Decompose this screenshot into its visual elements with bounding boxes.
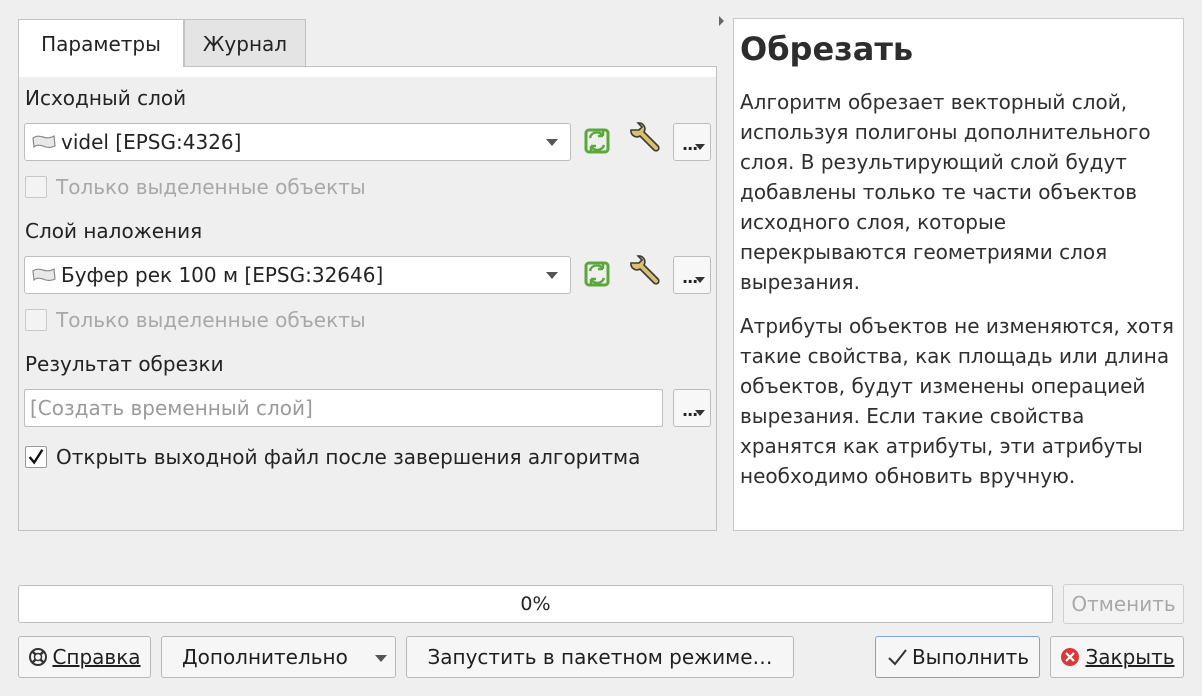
help-button[interactable]: Справка — [18, 636, 151, 678]
cancel-button[interactable]: Отменить — [1063, 584, 1184, 624]
overlay-layer-label: Слой наложения — [25, 219, 203, 243]
help-paragraph-2: Атрибуты объектов не изменяются, хотя та… — [740, 314, 1174, 488]
splitter-handle[interactable] — [719, 16, 724, 26]
batch-label: Запустить в пакетном режиме… — [427, 645, 773, 669]
output-field[interactable]: [Создать временный слой] — [24, 389, 663, 427]
help-pane: Обрезать Алгоритм обрезает векторный сло… — [733, 18, 1184, 531]
checkmark-icon — [28, 449, 44, 465]
tab-parameters-label: Параметры — [41, 31, 161, 56]
wrench-icon[interactable] — [627, 122, 661, 156]
output-placeholder: [Создать временный слой] — [30, 396, 313, 420]
checkmark-icon — [888, 649, 907, 666]
chevron-down-icon — [546, 139, 558, 146]
overlay-selected-only-checkbox[interactable] — [25, 309, 47, 331]
close-button[interactable]: Закрыть — [1050, 636, 1184, 678]
polygon-layer-icon — [32, 134, 56, 149]
input-selected-only-checkbox[interactable] — [25, 176, 47, 198]
wrench-icon[interactable] — [627, 255, 661, 289]
output-label: Результат обрезки — [25, 352, 224, 376]
advanced-dropdown-button[interactable]: Дополнительно — [161, 636, 396, 678]
progress-text: 0% — [520, 593, 551, 615]
chevron-down-icon — [695, 410, 705, 416]
chevron-down-icon — [546, 272, 558, 279]
polygon-layer-icon — [32, 267, 56, 282]
tab-parameters[interactable]: Параметры — [18, 19, 184, 67]
open-output-checkbox[interactable] — [25, 446, 47, 468]
help-label: Справка — [52, 645, 141, 669]
input-layer-combobox[interactable]: videl [EPSG:4326] — [24, 123, 571, 161]
tab-log-label: Журнал — [202, 31, 288, 56]
input-layer-value: videl [EPSG:4326] — [61, 130, 242, 154]
input-layer-options-button[interactable]: ... — [673, 123, 711, 161]
close-icon — [1061, 648, 1080, 666]
batch-mode-button[interactable]: Запустить в пакетном режиме… — [406, 636, 794, 678]
advanced-label: Дополнительно — [182, 645, 348, 669]
input-layer-label: Исходный слой — [25, 86, 187, 110]
tab-log[interactable]: Журнал — [184, 19, 306, 67]
progress-bar: 0% — [18, 585, 1053, 623]
run-button[interactable]: Выполнить — [875, 636, 1040, 678]
panel-top-band — [19, 67, 716, 77]
help-title: Обрезать — [740, 30, 914, 68]
refresh-icon[interactable] — [580, 124, 614, 158]
overlay-selected-only-label: Только выделенные объекты — [56, 308, 366, 332]
chevron-down-icon — [375, 655, 387, 662]
refresh-icon[interactable] — [580, 257, 614, 291]
overlay-layer-value: Буфер рек 100 м [EPSG:32646] — [61, 263, 384, 287]
chevron-down-icon — [695, 277, 705, 283]
close-label: Закрыть — [1085, 645, 1175, 669]
input-selected-only-label: Только выделенные объекты — [56, 175, 366, 199]
overlay-layer-options-button[interactable]: ... — [673, 256, 711, 294]
overlay-layer-combobox[interactable]: Буфер рек 100 м [EPSG:32646] — [24, 256, 571, 294]
cancel-label: Отменить — [1071, 592, 1176, 616]
output-options-button[interactable]: ... — [673, 389, 711, 427]
run-label: Выполнить — [911, 645, 1030, 669]
open-output-label: Открыть выходной файл после завершения а… — [56, 445, 641, 469]
help-paragraph-1: Алгоритм обрезает векторный слой, исполь… — [740, 90, 1151, 294]
lifebuoy-icon — [29, 648, 48, 666]
chevron-down-icon — [695, 144, 705, 150]
